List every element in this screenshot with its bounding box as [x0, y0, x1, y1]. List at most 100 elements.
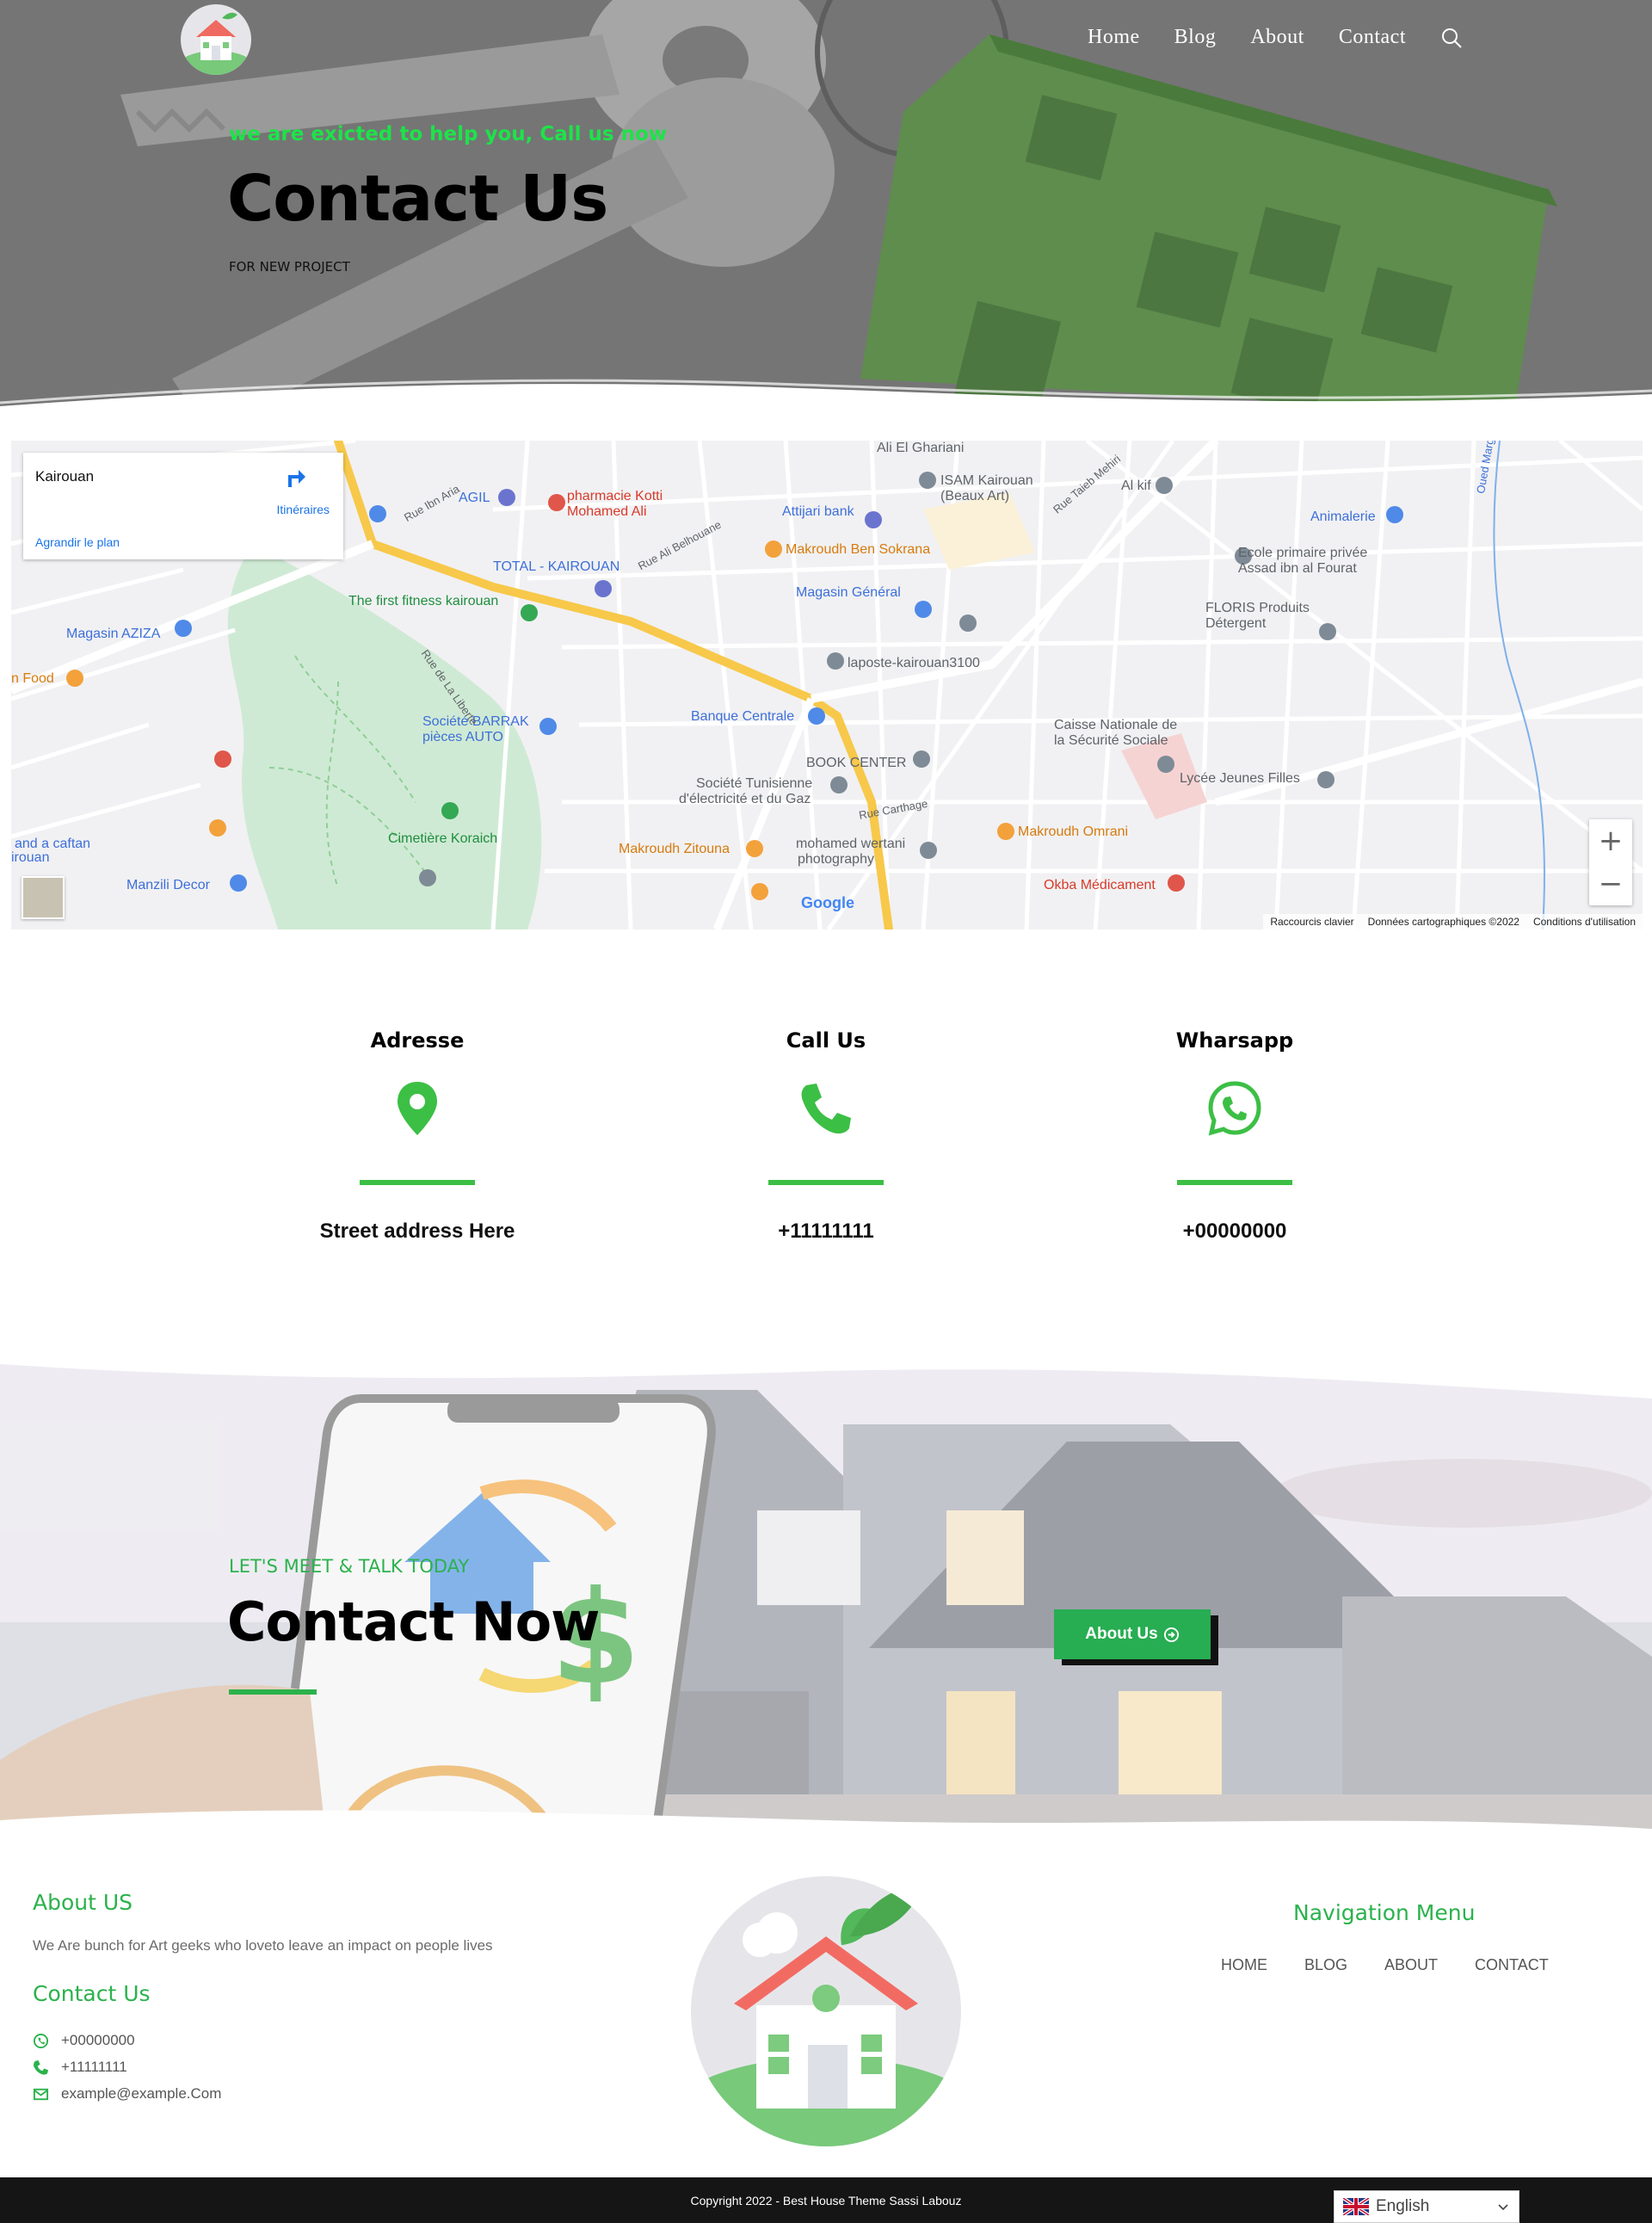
- whatsapp-divider: [1177, 1180, 1292, 1185]
- map-label[interactable]: photography: [798, 852, 874, 868]
- footer-about-text: We Are bunch for Art geeks who loveto le…: [33, 1937, 493, 1954]
- map-label[interactable]: Société Tunisienne: [696, 776, 812, 792]
- map-place-card: Kairouan Itinéraires Agrandir le plan: [23, 453, 343, 559]
- arrow-circle-right-icon: [1163, 1627, 1179, 1642]
- phone-divider: [768, 1180, 884, 1185]
- directions-icon[interactable]: [285, 465, 307, 489]
- site-logo[interactable]: [181, 4, 251, 75]
- nav-about[interactable]: About: [1250, 26, 1304, 49]
- contact-address-card: Adresse Street address Here: [280, 1028, 555, 1244]
- map-label[interactable]: Magasin AZIZA: [66, 627, 160, 642]
- map-label[interactable]: mohamed wertani: [796, 837, 905, 852]
- footer-whatsapp: +00000000: [33, 2032, 135, 2049]
- map-label[interactable]: laposte-kairouan3100: [848, 656, 980, 671]
- footer-email: example@example.Com: [33, 2085, 221, 2103]
- map-label[interactable]: Attijari bank: [782, 504, 854, 520]
- nav-contact[interactable]: Contact: [1339, 26, 1406, 49]
- map-label[interactable]: Assad ibn al Fourat: [1238, 561, 1357, 577]
- map-label[interactable]: The first fitness kairouan: [348, 594, 498, 609]
- call-us-heading: Call Us: [786, 1028, 866, 1053]
- satellite-toggle[interactable]: [22, 876, 65, 919]
- whatsapp-value: +00000000: [1182, 1220, 1287, 1243]
- footer-phone: +11111111: [33, 2059, 127, 2076]
- hero-kicker: we are exicted to help you, Call us now: [229, 123, 668, 145]
- map-label[interactable]: Banque Centrale: [691, 709, 794, 725]
- map-label[interactable]: n Food: [11, 671, 54, 687]
- footer-nav-contact[interactable]: CONTACT: [1475, 1956, 1549, 1974]
- nav-home[interactable]: Home: [1088, 26, 1140, 49]
- map-label[interactable]: TOTAL - KAIROUAN: [493, 559, 620, 575]
- nav-blog[interactable]: Blog: [1174, 26, 1217, 49]
- terms-link[interactable]: Conditions d'utilisation: [1533, 916, 1636, 928]
- map-label[interactable]: d'électricité et du Gaz: [679, 792, 811, 807]
- map-label[interactable]: pharmacie Kotti: [567, 489, 663, 504]
- phone-icon: [33, 2059, 49, 2075]
- map-label[interactable]: BOOK CENTER: [806, 756, 906, 771]
- footer-nav-blog[interactable]: BLOG: [1304, 1956, 1347, 1974]
- map-label[interactable]: Détergent: [1205, 616, 1266, 632]
- map-pin-icon: [398, 1082, 437, 1135]
- house-logo-icon: [181, 12, 251, 75]
- map-label[interactable]: Animalerie: [1310, 509, 1376, 525]
- footer-whatsapp-value: +00000000: [61, 2032, 135, 2048]
- map-footer: Raccourcis clavier Données cartographiqu…: [1263, 914, 1643, 929]
- google-logo: Google: [801, 894, 854, 911]
- footer-nav: HOME BLOG ABOUT CONTACT: [1221, 1956, 1549, 1974]
- footer-email-value[interactable]: example@example.Com: [61, 2085, 221, 2103]
- map-label[interactable]: Okba Médicament: [1044, 878, 1156, 893]
- main-navigation: Home Blog About Contact: [1088, 26, 1463, 49]
- keyboard-shortcuts-link[interactable]: Raccourcis clavier: [1270, 916, 1353, 928]
- map-label[interactable]: AGIL: [459, 491, 490, 506]
- map-label[interactable]: Manzili Decor: [126, 878, 210, 893]
- zoom-out-button[interactable]: −: [1589, 862, 1632, 905]
- address-heading: Adresse: [370, 1028, 465, 1053]
- map-label[interactable]: Cimetière Koraich: [388, 831, 497, 847]
- language-label: English: [1376, 2197, 1430, 2215]
- footer-about-heading: About US: [33, 1890, 133, 1915]
- map-label[interactable]: Mohamed Ali: [567, 504, 647, 520]
- phone-icon: [801, 1084, 851, 1134]
- map-label[interactable]: Makroudh Omrani: [1018, 824, 1128, 840]
- envelope-icon: [33, 2088, 49, 2100]
- map-label[interactable]: pièces AUTO: [422, 730, 503, 745]
- map-label[interactable]: Ali El Ghariani: [877, 441, 964, 456]
- footer-nav-heading: Navigation Menu: [1293, 1900, 1476, 1925]
- map-label[interactable]: Caisse Nationale de: [1054, 718, 1177, 733]
- phone-value: +11111111: [778, 1220, 874, 1243]
- footer-phone-value: +11111111: [61, 2059, 127, 2075]
- address-divider: [360, 1180, 475, 1185]
- map-label[interactable]: Makroudh Ben Sokrana: [786, 542, 930, 558]
- footer-logo: [691, 1876, 961, 2146]
- house-logo-icon: [691, 1885, 961, 2146]
- map-label[interactable]: Ecole primaire privée: [1238, 546, 1367, 561]
- directions-link[interactable]: Itinéraires: [277, 503, 330, 516]
- enlarge-map-link[interactable]: Agrandir le plan: [35, 535, 120, 549]
- address-value: Street address Here: [319, 1220, 515, 1243]
- language-selector[interactable]: English: [1334, 2190, 1519, 2223]
- map-label[interactable]: ISAM Kairouan: [940, 473, 1033, 489]
- footer-nav-home[interactable]: HOME: [1221, 1956, 1267, 1974]
- zoom-in-button[interactable]: +: [1589, 819, 1632, 862]
- footer-contact-heading: Contact Us: [33, 1981, 151, 2006]
- footer-nav-about[interactable]: ABOUT: [1384, 1956, 1438, 1974]
- search-icon[interactable]: [1440, 27, 1463, 49]
- about-us-button[interactable]: About Us: [1054, 1609, 1211, 1659]
- map-label[interactable]: FLORIS Produits: [1205, 601, 1310, 616]
- whatsapp-heading: Wharsapp: [1175, 1028, 1294, 1053]
- map-label[interactable]: (Beaux Art): [940, 489, 1009, 504]
- map-label[interactable]: Makroudh Zitouna: [619, 842, 730, 857]
- map-data-credit: Données cartographiques ©2022: [1367, 916, 1519, 928]
- map-label[interactable]: la Sécurité Sociale: [1054, 733, 1168, 749]
- map-label[interactable]: irouan: [11, 850, 49, 866]
- contact-whatsapp-card: Wharsapp +00000000: [1097, 1028, 1372, 1244]
- about-us-button-label: About Us: [1085, 1625, 1158, 1643]
- chevron-down-icon: [1498, 2204, 1508, 2211]
- map-label[interactable]: Magasin Général: [796, 585, 901, 601]
- map-label[interactable]: Al kif: [1121, 479, 1151, 494]
- hero-subtitle: FOR NEW PROJECT: [229, 259, 350, 275]
- google-map-embed[interactable]: Ali El Ghariani ISAM Kairouan (Beaux Art) A…: [11, 441, 1643, 929]
- map-label[interactable]: Lycée Jeunes Filles: [1180, 771, 1300, 787]
- hero-wave-divider: [0, 379, 1652, 430]
- uk-flag-icon: [1343, 2198, 1369, 2215]
- map-place-name: Kairouan: [35, 468, 95, 485]
